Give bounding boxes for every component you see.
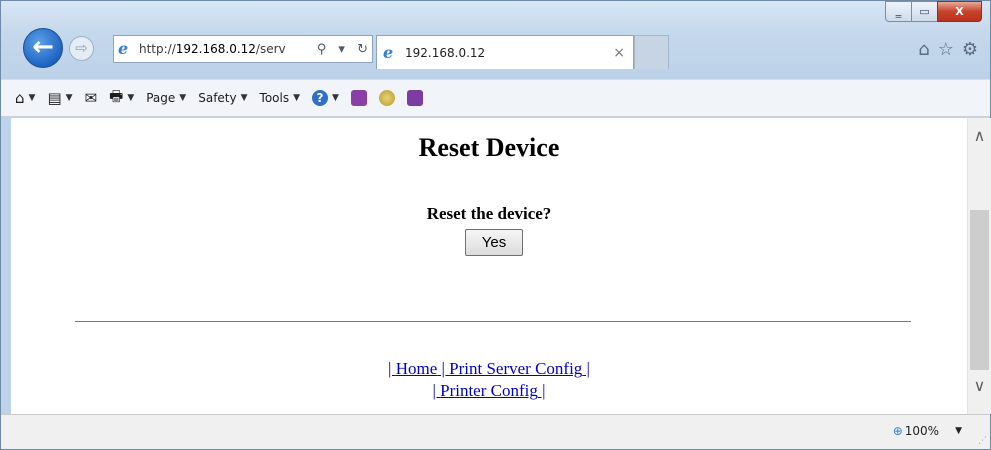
window-controls: ‗ ▭ X: [885, 1, 982, 22]
browser-right-icons: ⌂ ☆ ⚙: [918, 39, 978, 60]
linked-notes-icon: [406, 90, 423, 106]
window-left-edge: [1, 118, 11, 414]
home-link[interactable]: | Home |: [388, 359, 449, 378]
tools-menu-label: Tools: [259, 91, 290, 105]
maximize-button[interactable]: ▭: [911, 1, 938, 22]
tab-ie-icon: e: [383, 42, 394, 62]
home-icon[interactable]: ⌂: [918, 39, 929, 60]
zoom-icon: ⊕: [892, 424, 903, 438]
tab-close-icon[interactable]: ×: [613, 45, 625, 61]
resize-grip-icon[interactable]: ⋰: [978, 436, 987, 446]
scroll-up-arrow[interactable]: ∧: [968, 126, 991, 148]
cmd-page[interactable]: Page ▼: [146, 91, 186, 105]
url-path: /serv: [255, 42, 286, 56]
ie-page-icon: e: [118, 39, 129, 58]
page-title: Reset Device: [418, 133, 560, 162]
cmd-gear-addon[interactable]: [378, 90, 395, 106]
print-icon: 🖶: [109, 86, 124, 105]
search-refresh-icons[interactable]: ⚲ ▾ ↻: [317, 42, 372, 57]
home-icon: ⌂: [15, 89, 25, 107]
scroll-down-arrow[interactable]: ∨: [968, 376, 991, 398]
favorites-icon[interactable]: ☆: [938, 39, 954, 60]
cmd-home[interactable]: ⌂ ▼: [15, 89, 35, 107]
status-bar: ⊕ 100% ▼ ⋰: [1, 414, 990, 449]
link-separator: |: [432, 381, 441, 400]
page-menu-label: Page: [146, 91, 176, 105]
tab-192-168-0-12[interactable]: e 192.168.0.12 ×: [376, 35, 634, 69]
print-server-config-link[interactable]: Print Server Config |: [449, 359, 590, 378]
cmd-mail[interactable]: ✉: [85, 89, 98, 107]
chevron-down-icon[interactable]: ▼: [955, 426, 962, 436]
printer-config-label: Printer Config: [440, 381, 538, 400]
link-separator: |: [537, 381, 546, 400]
chevron-down-icon: ▼: [240, 93, 248, 103]
cmd-tools[interactable]: Tools ▼: [260, 91, 300, 105]
scroll-thumb[interactable]: [970, 210, 989, 370]
feeds-icon: ▤: [47, 89, 62, 107]
url-scheme: http://: [138, 42, 176, 56]
chevron-down-icon: ▼: [28, 93, 36, 103]
gear-addon-icon: [378, 90, 395, 106]
minimize-button[interactable]: ‗: [885, 1, 912, 22]
cmd-feeds[interactable]: ▤ ▼: [47, 89, 72, 107]
close-window-button[interactable]: X: [937, 1, 982, 22]
vertical-scrollbar[interactable]: ∧ ∨: [967, 118, 991, 414]
divider: [75, 321, 911, 322]
tab-title: 192.168.0.12: [405, 45, 486, 60]
cmd-onenote[interactable]: [350, 90, 367, 106]
page-viewport: Reset Device Reset the device? Yes | Hom…: [11, 118, 967, 414]
address-bar[interactable]: e http://192.168.0.12/serv ⚲ ▾ ↻: [113, 35, 373, 63]
mail-icon: ✉: [84, 89, 98, 107]
settings-icon[interactable]: ⚙: [962, 39, 978, 60]
link-separator: |: [388, 359, 396, 378]
cmd-help[interactable]: ? ▼: [312, 90, 339, 106]
chevron-down-icon: ▼: [65, 93, 73, 103]
command-bar: ⌂ ▼ ▤ ▼ ✉ 🖶 ▼ Page ▼ Safety ▼ Tools ▼ ? ▼: [1, 79, 990, 117]
help-icon: ?: [312, 90, 329, 106]
cmd-safety[interactable]: Safety ▼: [198, 91, 247, 105]
home-link-label: Home: [395, 359, 438, 378]
reset-question: Reset the device?: [426, 204, 552, 223]
link-separator: |: [582, 359, 590, 378]
zoom-level: 100%: [904, 424, 940, 438]
footer-links: | Home | Print Server Config | | Printer…: [11, 358, 967, 402]
link-separator: |: [437, 359, 450, 378]
safety-menu-label: Safety: [198, 91, 237, 105]
print-server-config-label: Print Server Config: [449, 359, 583, 378]
chevron-down-icon: ▼: [127, 93, 135, 103]
zoom-control[interactable]: ⊕ 100% ▼: [893, 424, 962, 438]
cmd-print[interactable]: 🖶 ▼: [109, 86, 134, 111]
browser-window: ‗ ▭ X ← ⇨ e http://192.168.0.12/serv ⚲ ▾…: [0, 0, 991, 450]
address-url[interactable]: http://192.168.0.12/serv: [139, 42, 311, 56]
yes-button[interactable]: Yes: [465, 229, 523, 256]
back-button[interactable]: ←: [23, 28, 63, 68]
chevron-down-icon: ▼: [332, 93, 339, 103]
chevron-down-icon: ▼: [293, 93, 301, 103]
forward-button[interactable]: ⇨: [69, 36, 94, 61]
printer-config-link[interactable]: | Printer Config |: [432, 381, 545, 400]
url-host: 192.168.0.12: [175, 42, 256, 56]
chevron-down-icon: ▼: [179, 93, 187, 103]
onenote-icon: [350, 90, 367, 106]
title-bar: ‗ ▭ X ← ⇨ e http://192.168.0.12/serv ⚲ ▾…: [1, 1, 990, 79]
new-tab-button[interactable]: [634, 35, 669, 69]
cmd-linked-notes[interactable]: [406, 90, 423, 106]
